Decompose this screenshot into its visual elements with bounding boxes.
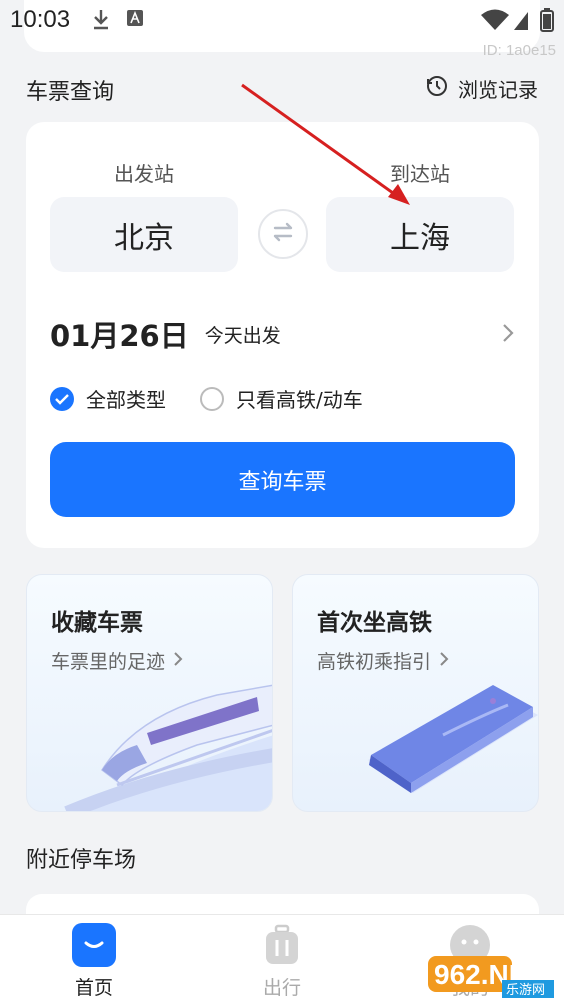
tab-home-label: 首页 — [74, 977, 113, 999]
travel-date: 01月26日 — [50, 319, 189, 353]
battery-icon — [540, 8, 554, 36]
tab-travel-label: 出行 — [262, 977, 301, 999]
saved-tickets-card[interactable]: 收藏车票 车票里的足迹 — [26, 574, 273, 812]
id-watermark: ID: 1a0e15 — [482, 42, 556, 59]
wifi-icon — [480, 8, 510, 36]
book-illustration-icon — [368, 685, 538, 793]
query-tickets-button[interactable]: 查询车票 — [50, 442, 515, 517]
feature-subtitle-text: 高铁初乘指引 — [317, 651, 432, 673]
from-station-label: 出发站 — [114, 162, 174, 186]
chevron-right-icon — [439, 650, 449, 672]
date-note: 今天出发 — [204, 324, 281, 347]
feature-title: 收藏车票 — [51, 610, 143, 636]
luggage-icon — [260, 923, 304, 967]
ticket-query-title: 车票查询 — [26, 80, 115, 105]
to-station-label: 到达站 — [390, 162, 450, 186]
first-hsr-card[interactable]: 首次坐高铁 高铁初乘指引 — [292, 574, 539, 812]
site-logo: 962.NET 乐游网 — [428, 956, 554, 998]
checked-icon — [50, 386, 74, 411]
unchecked-icon — [200, 386, 224, 411]
home-icon — [72, 923, 116, 967]
to-station-field[interactable]: 上海 — [326, 197, 514, 272]
download-icon — [92, 8, 110, 34]
filter-all-types[interactable]: 全部类型 — [50, 384, 166, 413]
chevron-right-icon — [173, 650, 183, 672]
filter-all-types-label: 全部类型 — [86, 388, 166, 412]
feature-subtitle-text: 车票里的足迹 — [51, 651, 166, 673]
from-station-field[interactable]: 北京 — [50, 197, 238, 272]
feature-title: 首次坐高铁 — [317, 610, 432, 636]
filter-hsr-only[interactable]: 只看高铁/动车 — [200, 384, 363, 413]
chevron-right-icon — [501, 322, 515, 348]
feature-subtitle: 车票里的足迹 — [51, 647, 183, 674]
logo-sub: 乐游网 — [506, 983, 545, 998]
status-time: 10:03 — [10, 6, 71, 33]
swap-stations-button[interactable] — [258, 209, 308, 259]
status-bar: 10:03 — [0, 0, 564, 40]
ticket-search-card: 出发站 到达站 北京 上海 01月26日 今天出发 全部类型 只看高铁/动车 查… — [26, 122, 539, 548]
train-illustration-icon — [64, 684, 272, 811]
filter-hsr-only-label: 只看高铁/动车 — [236, 388, 363, 412]
date-selector[interactable]: 01月26日 今天出发 — [50, 312, 515, 356]
tab-travel[interactable]: 出行 — [222, 923, 342, 1000]
history-link[interactable]: 浏览记录 — [426, 74, 538, 103]
history-label: 浏览记录 — [458, 78, 538, 102]
app-notification-icon — [126, 8, 144, 32]
history-clock-icon — [426, 75, 448, 102]
signal-icon — [512, 8, 530, 36]
nearby-parking-title: 附近停车场 — [26, 848, 137, 873]
swap-icon — [270, 219, 296, 249]
tab-home[interactable]: 首页 — [34, 923, 154, 1000]
feature-subtitle: 高铁初乘指引 — [317, 647, 449, 674]
